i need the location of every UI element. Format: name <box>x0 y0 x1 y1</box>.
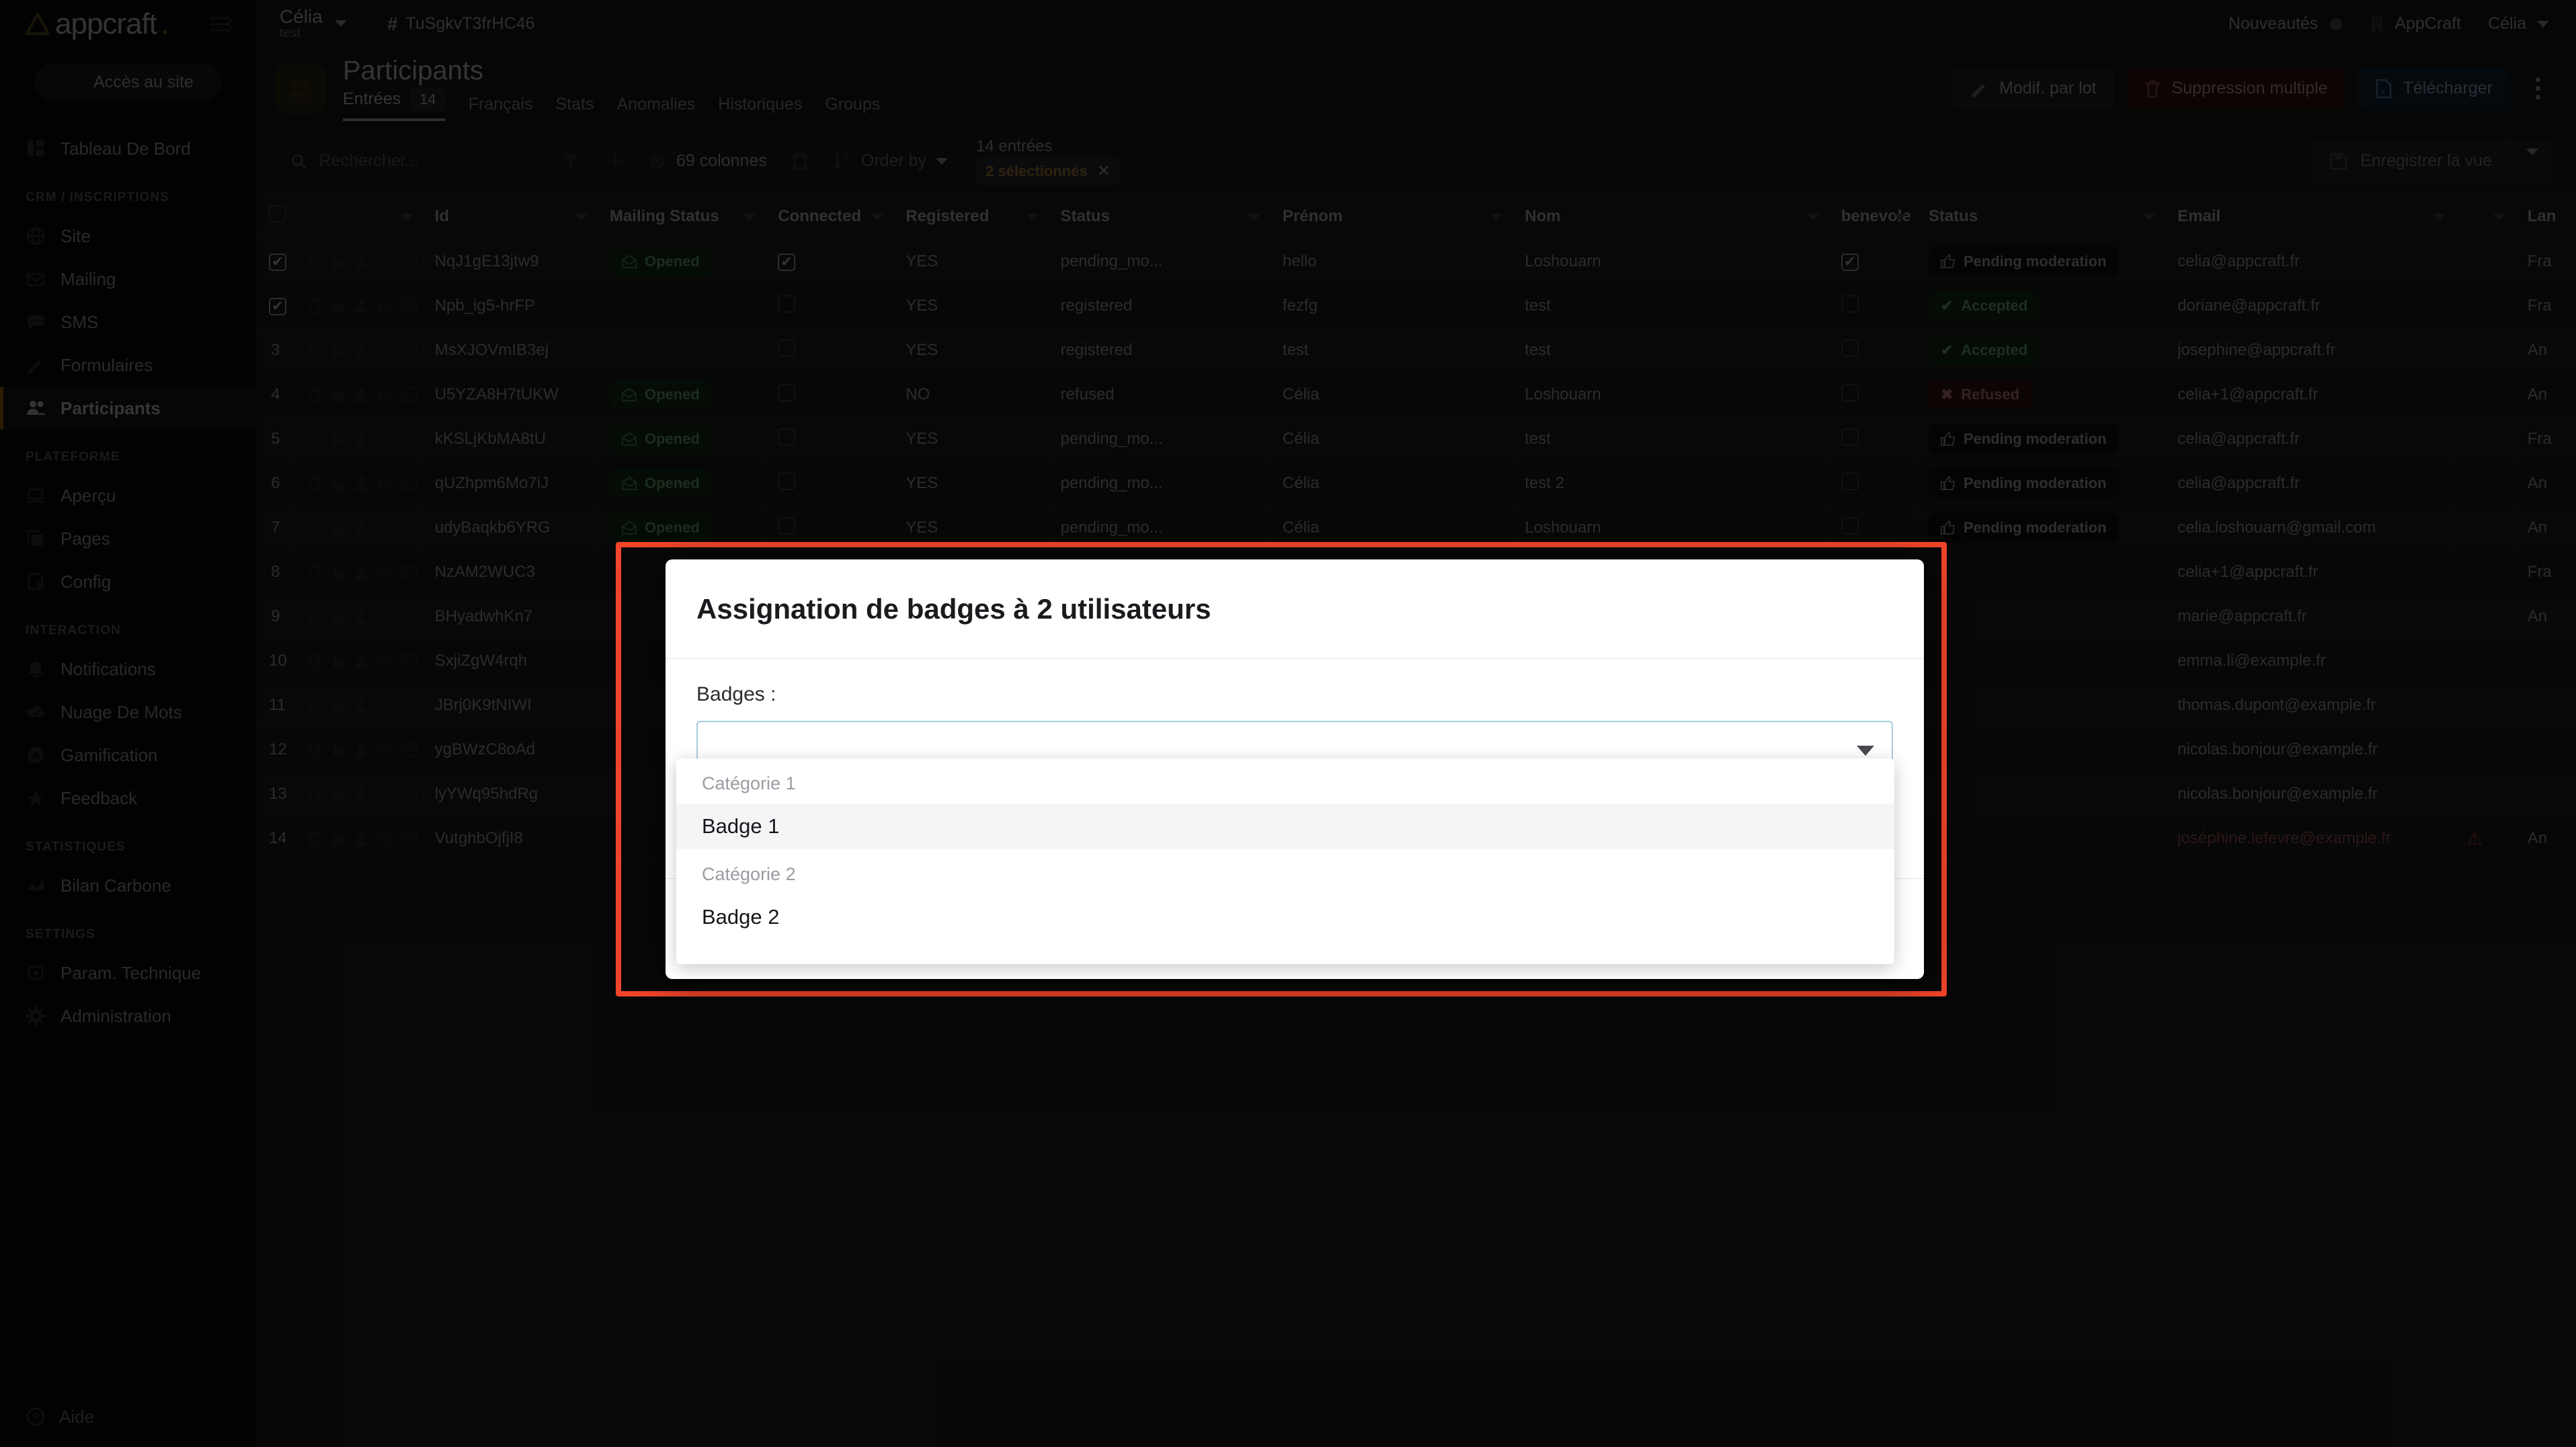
badges-dropdown-list: Catégorie 1Badge 1Catégorie 2Badge 2 <box>676 758 1894 964</box>
app-root: appcraft . Accès au site <box>0 0 2576 1447</box>
chevron-down-icon <box>1857 746 1874 756</box>
dropdown-option-badge-2[interactable]: Badge 2 <box>676 894 1894 940</box>
dropdown-group-label: Catégorie 2 <box>676 849 1894 894</box>
badges-field-label: Badges : <box>696 683 1893 706</box>
dropdown-group-label: Catégorie 1 <box>676 758 1894 804</box>
modal-header: Assignation de badges à 2 utilisateurs <box>666 559 1924 659</box>
dropdown-option-badge-1[interactable]: Badge 1 <box>676 804 1894 849</box>
modal-title: Assignation de badges à 2 utilisateurs <box>696 593 1211 625</box>
